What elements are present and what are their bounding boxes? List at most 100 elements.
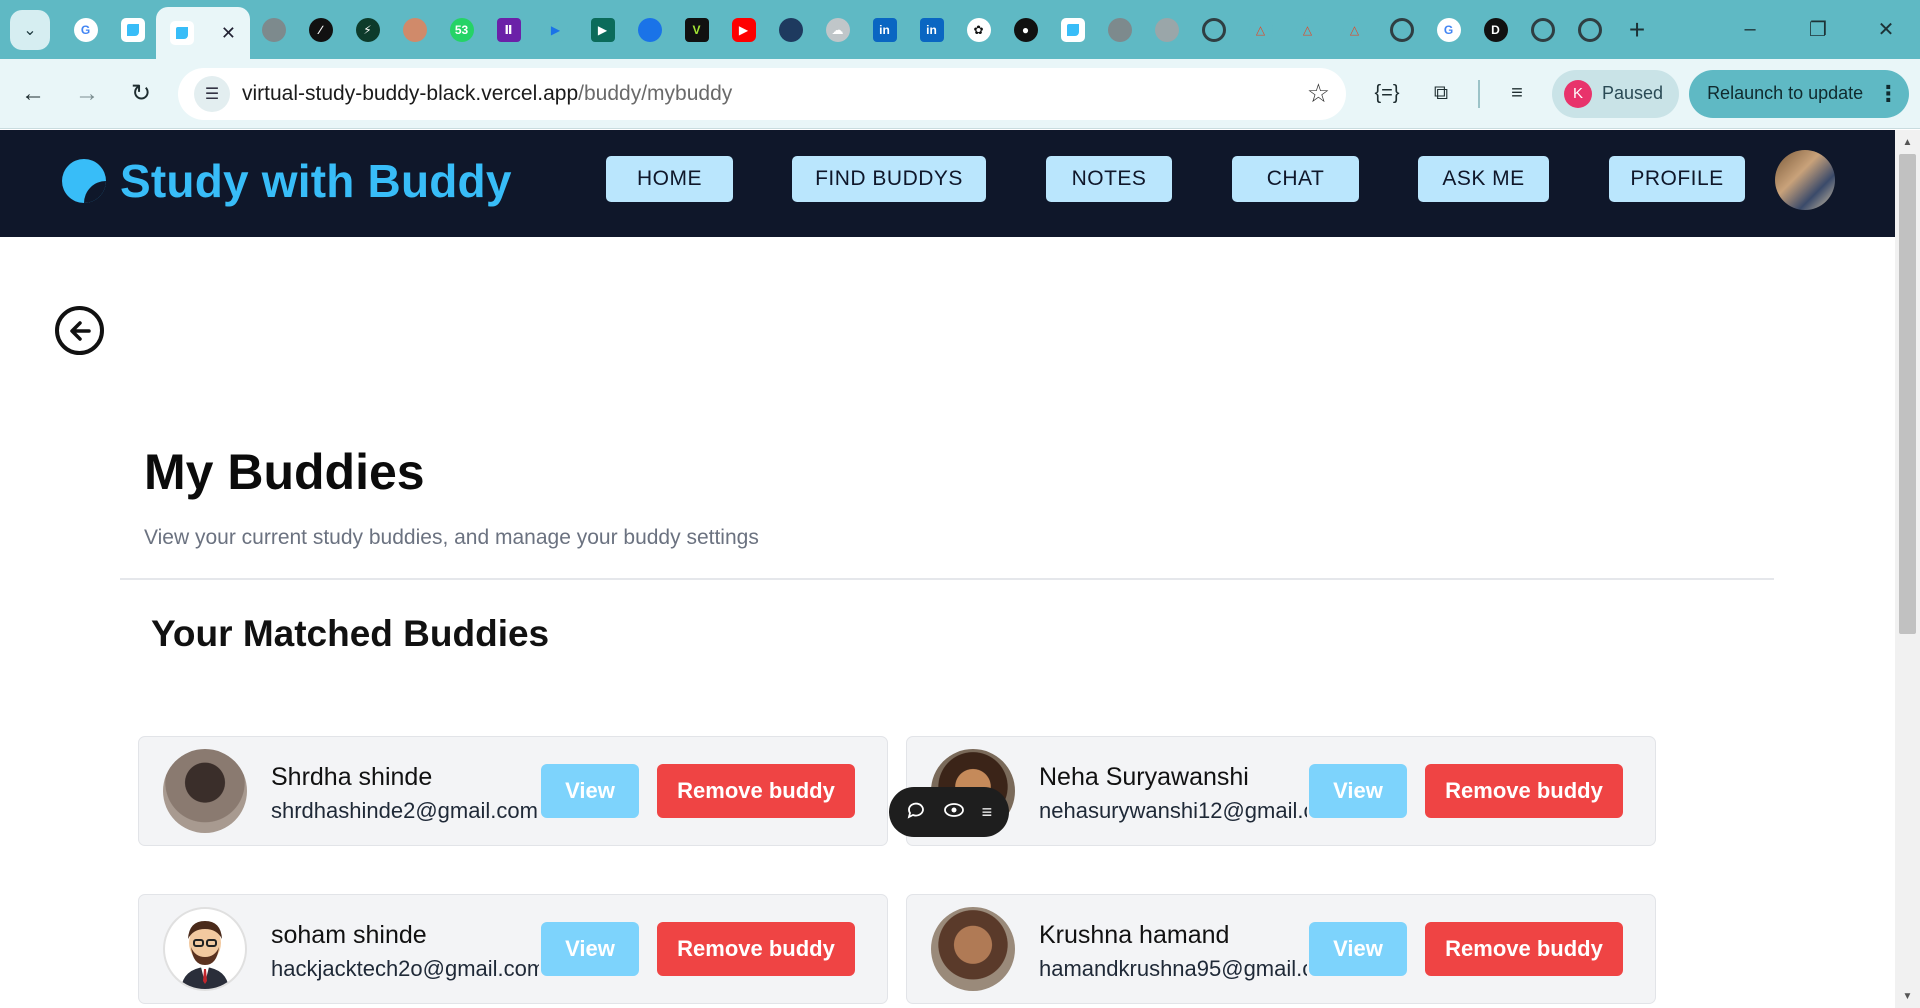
brand-name: Study with Buddy [120,155,512,207]
nav-profile-button[interactable]: PROFILE [1609,156,1745,202]
browser-tab[interactable]: 53 [438,0,485,59]
browser-tab[interactable]: ▶ [532,0,579,59]
buddy-avatar [931,907,1015,991]
kebab-menu-icon[interactable]: ⋮ [1877,81,1899,107]
page-scrollbar[interactable]: ▲ ▼ [1895,130,1920,1008]
browser-tab[interactable]: in [861,0,908,59]
browser-tab[interactable]: ✿ [955,0,1002,59]
browser-tab[interactable]: △ [1331,0,1378,59]
view-buddy-button[interactable]: View [541,922,639,976]
tab-search-button[interactable]: ⌄ [10,9,50,50]
browser-tab[interactable]: △ [1237,0,1284,59]
nav-notes-button[interactable]: NOTES [1046,156,1172,202]
remove-buddy-button[interactable]: Remove buddy [657,764,855,818]
browser-tab[interactable] [1096,0,1143,59]
scroll-up-icon[interactable]: ▲ [1895,132,1920,152]
browser-tab[interactable]: △ [1284,0,1331,59]
window-controls: – ❐ ✕ [1716,0,1920,59]
bookmark-star-icon[interactable]: ☆ [1307,78,1330,109]
buddy-card: soham shinde hackjacktech2o@gmail.com Vi… [138,894,888,1004]
triangle-icon: △ [1248,17,1273,42]
browser-tab[interactable]: ▶ [579,0,626,59]
close-tab-icon[interactable]: ✕ [221,23,236,44]
nav-ask-me-button[interactable]: ASK ME [1418,156,1549,202]
view-buddy-button[interactable]: View [1309,764,1407,818]
browser-tab[interactable] [1519,0,1566,59]
browser-tab[interactable]: ⚡ [344,0,391,59]
google-icon: G [73,17,98,42]
forward-button[interactable]: → [60,67,114,121]
eye-icon[interactable] [943,800,965,825]
remove-buddy-button[interactable]: Remove buddy [1425,764,1623,818]
browser-tab[interactable]: in [908,0,955,59]
media-queue-icon[interactable]: ≡ [1490,67,1544,121]
relaunch-button[interactable]: Relaunch to update ⋮ [1689,69,1910,118]
openai-icon: ✿ [966,17,991,42]
browser-tab[interactable] [1049,0,1096,59]
browser-tab[interactable]: G [62,0,109,59]
remove-buddy-button[interactable]: Remove buddy [657,922,855,976]
browser-tab[interactable]: ☁ [814,0,861,59]
restore-icon[interactable]: ❐ [1784,0,1852,59]
divider [120,578,1774,580]
browser-tab[interactable] [109,0,156,59]
browser-tab[interactable]: V [673,0,720,59]
reload-icon: ↻ [130,80,152,107]
buddy-name: soham shinde [271,921,427,949]
nav-chat-button[interactable]: CHAT [1232,156,1359,202]
browser-tab[interactable] [626,0,673,59]
browser-tab[interactable]: ● [1002,0,1049,59]
tab-list: G ✕ ∕ ⚡ 53 Ⅱ ▶ ▶ V ▶ ☁ in in ✿ ● △ △ △ G… [62,0,1613,59]
view-buddy-button[interactable]: View [541,764,639,818]
brand[interactable]: Study with Buddy [62,154,512,208]
extension-braces-icon[interactable]: {=} [1360,67,1414,121]
buddy-card: Neha Suryawanshi nehasurywanshi12@gmail.… [906,736,1656,846]
comment-icon[interactable] [906,800,926,825]
back-button-page[interactable] [55,306,104,355]
browser-tab[interactable]: ▶ [720,0,767,59]
browser-tab[interactable] [1190,0,1237,59]
new-tab-button[interactable]: + [1617,10,1657,50]
browser-tab[interactable]: Ⅱ [485,0,532,59]
buddy-name: Neha Suryawanshi [1039,763,1249,791]
arrow-right-icon: → [75,79,99,107]
user-avatar[interactable] [1775,150,1835,210]
app-icon [120,17,145,42]
avatar-illustration-icon [181,921,229,989]
browser-tab[interactable] [250,0,297,59]
github-icon: ● [1013,17,1038,42]
extensions-puzzle-icon[interactable]: ⧉ [1414,67,1468,121]
browser-tab[interactable] [1378,0,1425,59]
close-window-icon[interactable]: ✕ [1852,0,1920,59]
nav-find-buddys-button[interactable]: FIND BUDDYS [792,156,986,202]
app-icon: Ⅱ [496,17,521,42]
browser-tab[interactable]: ∕ [297,0,344,59]
browser-tab-active[interactable]: ✕ [156,7,250,59]
minimize-icon[interactable]: – [1716,0,1784,59]
app-icon [778,17,803,42]
arrow-left-circle-icon [69,320,91,341]
reload-button[interactable]: ↻ [114,67,168,121]
view-buddy-button[interactable]: View [1309,922,1407,976]
address-bar[interactable]: ☰ virtual-study-buddy-black.vercel.app/b… [178,67,1346,120]
google-icon: G [1436,17,1461,42]
url-text[interactable]: virtual-study-buddy-black.vercel.app/bud… [242,82,1307,106]
profile-button[interactable]: K Paused [1552,69,1680,118]
buddy-email: hackjacktech2o@gmail.com [271,956,539,981]
browser-tab[interactable] [391,0,438,59]
scrollbar-thumb[interactable] [1899,154,1916,634]
site-settings-icon[interactable]: ☰ [194,75,230,112]
scroll-down-icon[interactable]: ▼ [1895,986,1920,1006]
page-viewport: Study with Buddy HOME FIND BUDDYS NOTES … [0,130,1895,1008]
back-button[interactable]: ← [6,67,60,121]
browser-tab[interactable]: D [1472,0,1519,59]
browser-tab[interactable] [1566,0,1613,59]
browser-tab[interactable] [767,0,814,59]
browser-tab[interactable] [1143,0,1190,59]
menu-icon[interactable]: ≡ [982,802,993,823]
cloud-icon: ☁ [825,17,850,42]
browser-tab[interactable]: G [1425,0,1472,59]
nav-home-button[interactable]: HOME [606,156,733,202]
page-subtitle: View your current study buddies, and man… [144,526,759,549]
remove-buddy-button[interactable]: Remove buddy [1425,922,1623,976]
